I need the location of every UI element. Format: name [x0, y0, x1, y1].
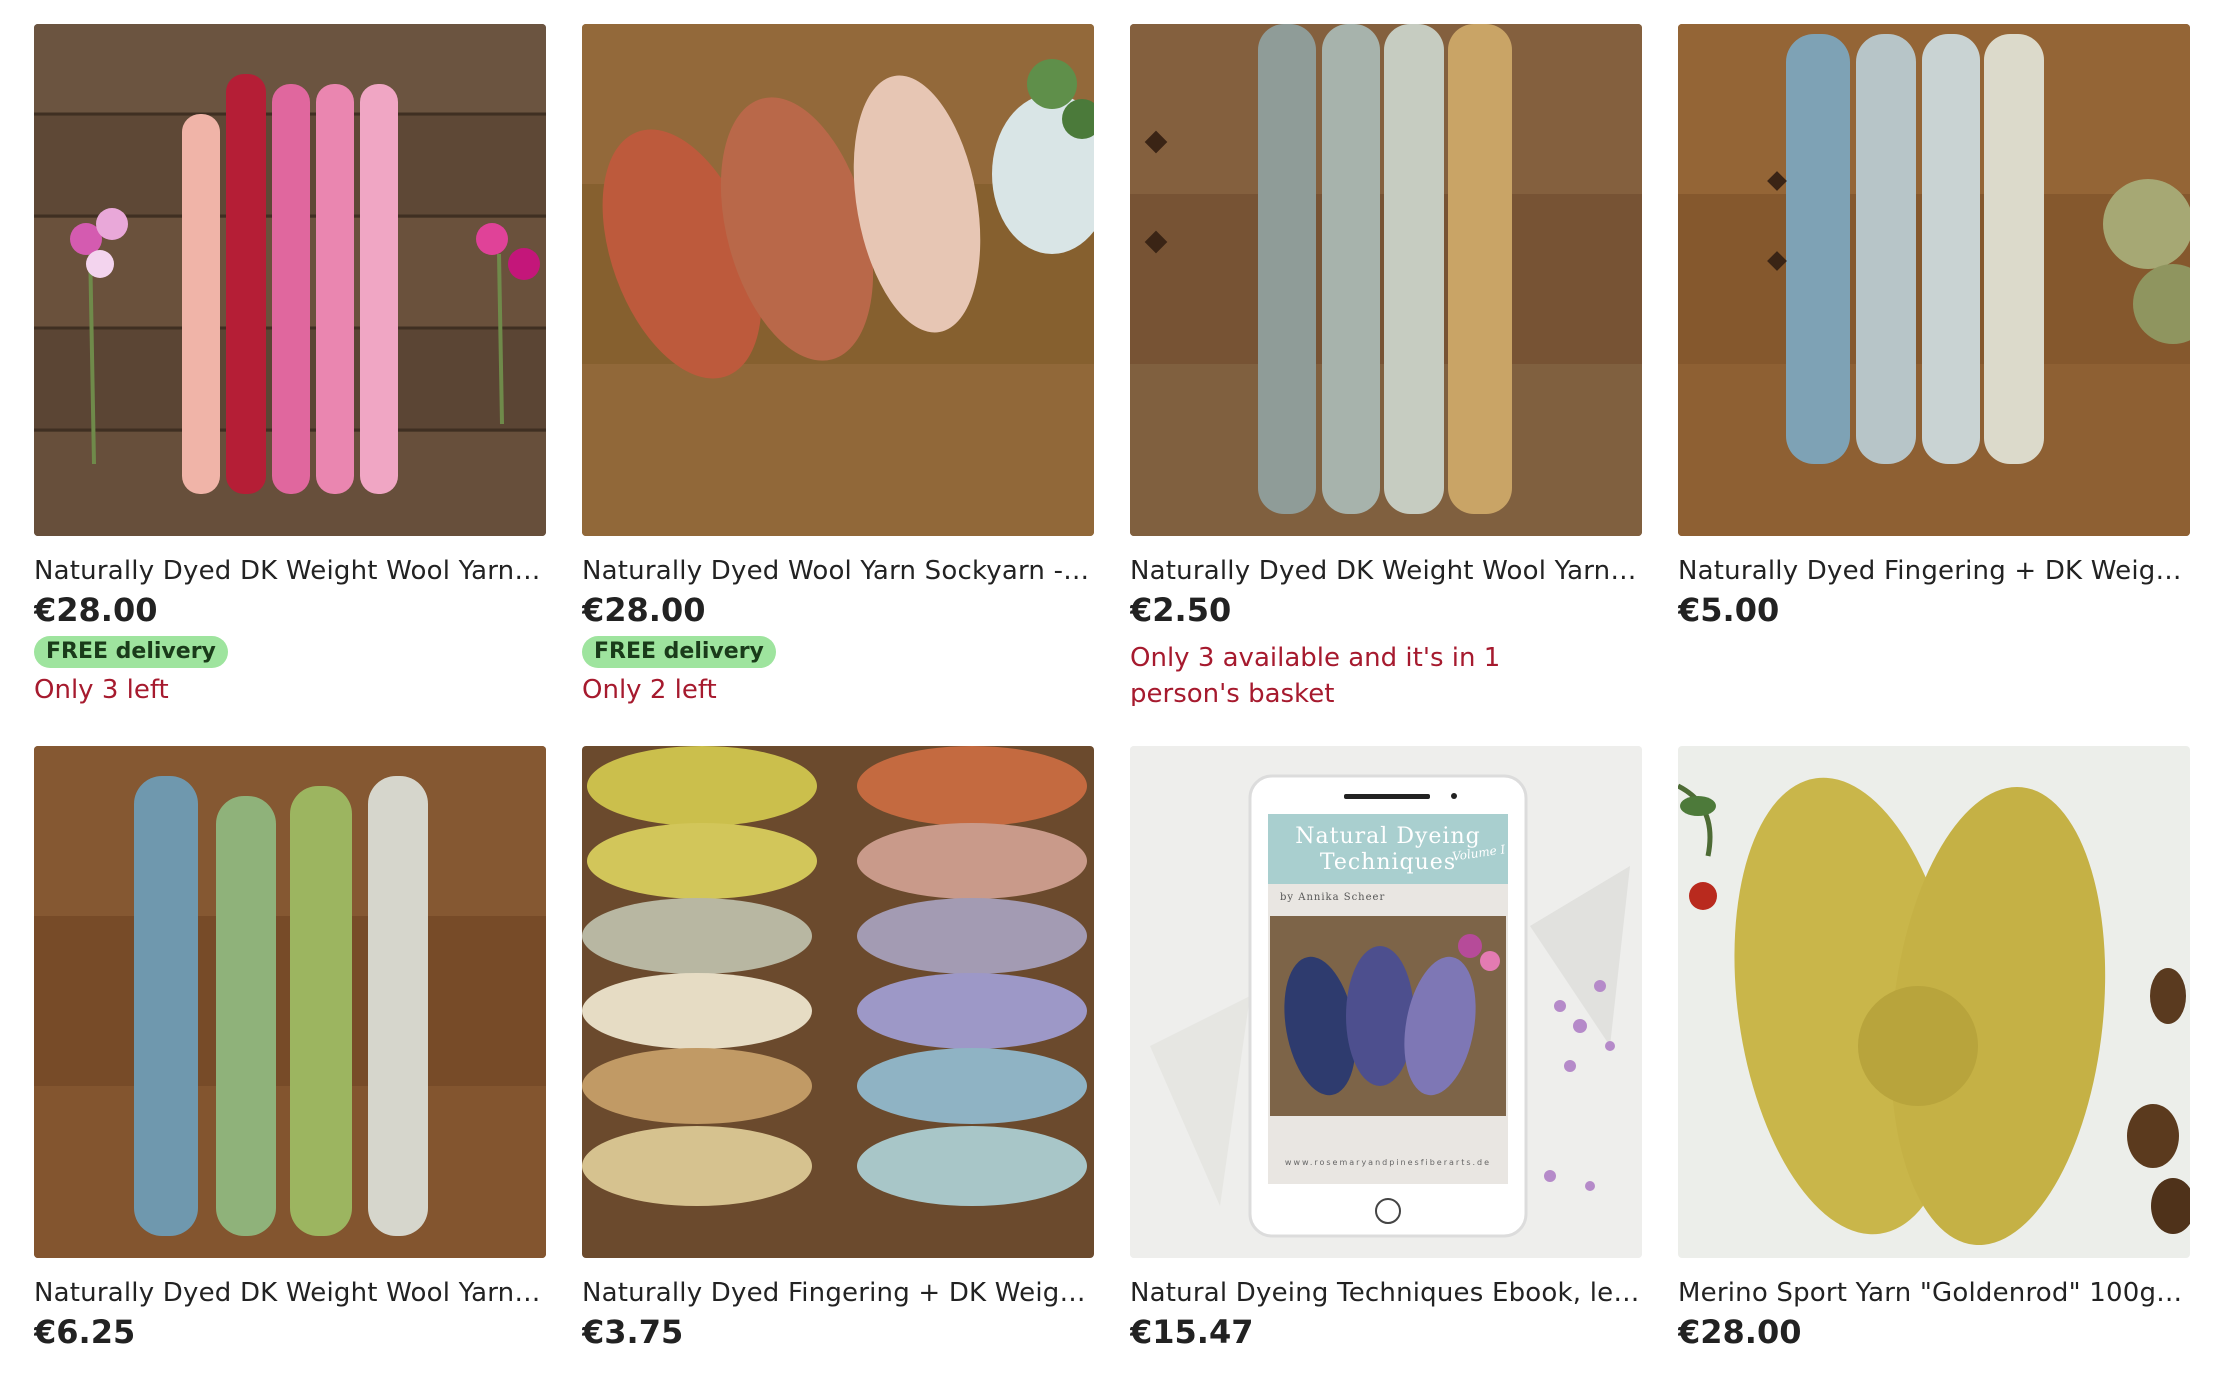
- ebook-phone-mockup: [1130, 746, 1642, 1258]
- free-delivery-badge: FREE delivery: [582, 636, 776, 668]
- ebook-url: www.rosemaryandpinesfiberarts.de: [1284, 1158, 1492, 1167]
- listing-image[interactable]: Natural Dyeing Techniques Volume I by An…: [1130, 746, 1642, 1258]
- goldenrod-yarn-photo: [1678, 746, 2190, 1258]
- listing-image[interactable]: [1130, 24, 1642, 536]
- listing-image[interactable]: [582, 24, 1094, 536]
- listing-image[interactable]: [34, 24, 546, 536]
- listing-title[interactable]: Naturally Dyed Fingering + DK Weight Min…: [582, 1276, 1094, 1310]
- listing-title[interactable]: Naturally Dyed Fingering + DK Weight Min…: [1678, 554, 2190, 588]
- listing-price: €28.00: [582, 591, 706, 629]
- listing-title[interactable]: Naturally Dyed DK Weight Wool Yarn in Bl…: [34, 1276, 546, 1310]
- ebook-author: by Annika Scheer: [1280, 892, 1386, 903]
- listing-card[interactable]: Naturally Dyed Fingering + DK Weight Min…: [1678, 24, 2190, 706]
- listing-image[interactable]: [34, 746, 546, 1258]
- blue-green-yarn-photo: [34, 746, 546, 1258]
- listing-title[interactable]: Naturally Dyed Wool Yarn Sockyarn - fing…: [582, 554, 1094, 588]
- pink-yarn-photo: [34, 24, 546, 536]
- listing-grid: Naturally Dyed DK Weight Wool Yarn 5 Min…: [34, 24, 2190, 1386]
- listing-card[interactable]: Naturally Dyed Fingering + DK Weight Min…: [582, 746, 1094, 1386]
- listing-title[interactable]: Naturally Dyed DK Weight Wool Yarn 5 Min…: [34, 554, 546, 588]
- listing-price: €28.00: [1678, 1313, 1802, 1351]
- free-delivery-badge: FREE delivery: [34, 636, 228, 668]
- listing-price: €15.47: [1130, 1313, 1254, 1351]
- listing-price: €28.00: [34, 591, 158, 629]
- listing-price: €5.00: [1678, 591, 1780, 629]
- listing-card[interactable]: Naturally Dyed DK Weight Wool Yarn in Bl…: [34, 746, 546, 1386]
- listing-image[interactable]: [582, 746, 1094, 1258]
- listing-card[interactable]: Natural Dyeing Techniques Volume I by An…: [1130, 746, 1642, 1386]
- sage-yarn-photo: [1130, 24, 1642, 536]
- listing-image[interactable]: [1678, 24, 2190, 536]
- terracotta-yarn-photo: [582, 24, 1094, 536]
- listing-card[interactable]: Naturally Dyed Wool Yarn Sockyarn - fing…: [582, 24, 1094, 706]
- listing-card[interactable]: Naturally Dyed DK Weight Wool Yarn in Sa…: [1130, 24, 1642, 706]
- listing-price: €2.50: [1130, 591, 1232, 629]
- listing-title[interactable]: Merino Sport Yarn "Goldenrod" 100g - nat…: [1678, 1276, 2190, 1310]
- listing-card[interactable]: Naturally Dyed DK Weight Wool Yarn 5 Min…: [34, 24, 546, 706]
- listing-price: €3.75: [582, 1313, 684, 1351]
- listing-image[interactable]: [1678, 746, 2190, 1258]
- listing-card[interactable]: Merino Sport Yarn "Goldenrod" 100g - nat…: [1678, 746, 2190, 1386]
- listing-price: €6.25: [34, 1313, 136, 1351]
- blue-yarn-photo: [1678, 24, 2190, 536]
- stock-notice: Only 2 left: [582, 675, 717, 705]
- rainbow-yarn-photo: [582, 746, 1094, 1258]
- listing-title[interactable]: Naturally Dyed DK Weight Wool Yarn in Sa…: [1130, 554, 1642, 588]
- stock-notice: Only 3 available and it's in 1 person's …: [1130, 643, 1501, 706]
- stock-notice: Only 3 left: [34, 675, 169, 705]
- listing-title[interactable]: Natural Dyeing Techniques Ebook, learn t…: [1130, 1276, 1642, 1310]
